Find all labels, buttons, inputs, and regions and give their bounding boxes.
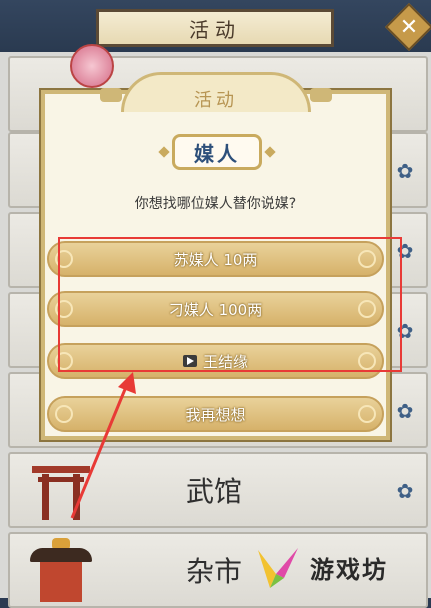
watermark-text: 游戏坊	[310, 556, 388, 584]
watermark: 游戏坊	[250, 540, 430, 596]
pointer-arrow-icon	[70, 372, 136, 519]
watermark-logo-icon	[258, 548, 298, 588]
